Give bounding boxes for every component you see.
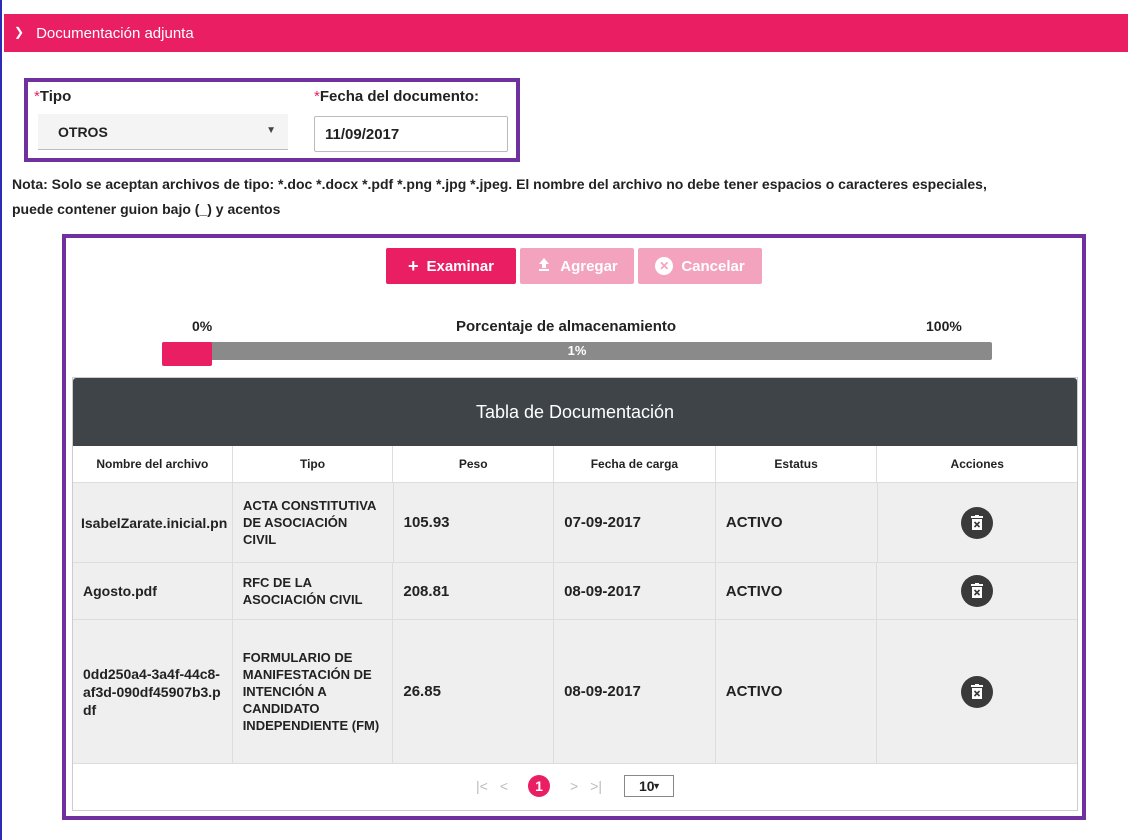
first-page-icon[interactable]: |< <box>476 778 488 794</box>
size-cell: 26.85 <box>393 620 555 763</box>
actions-cell <box>877 563 1077 619</box>
tipo-label: *Tipo <box>34 88 72 105</box>
storage-progress-bar: 1% <box>162 342 992 366</box>
cancel-circle-icon: ✕ <box>655 257 674 275</box>
size-cell: 208.81 <box>393 563 555 619</box>
form-highlight-box: *Tipo *Fecha del documento: OTROS ▼ 11/0… <box>24 78 520 162</box>
last-page-icon[interactable]: >| <box>590 778 602 794</box>
file-type-note: Nota: Solo se aceptan archivos de tipo: … <box>12 176 987 217</box>
storage-max-label: 100% <box>926 318 962 334</box>
column-header: Peso <box>393 446 555 482</box>
plus-icon: + <box>407 255 419 276</box>
status-cell: ACTIVO <box>716 620 878 763</box>
table-row: 0dd250a4-3a4f-44c8-af3d-090df45907b3.pdf… <box>73 620 1077 764</box>
column-header: Fecha de carga <box>554 446 716 482</box>
page-frame: ❯ Documentación adjunta *Tipo *Fecha del… <box>0 0 1128 840</box>
type-cell: FORMULARIO DE MANIFESTACIÓN DE INTENCIÓN… <box>233 620 394 763</box>
column-header: Estatus <box>715 446 878 482</box>
fecha-documento-input[interactable]: 11/09/2017 <box>314 116 508 152</box>
delete-icon[interactable] <box>961 575 994 607</box>
column-header: Acciones <box>877 446 1078 482</box>
status-cell: ACTIVO <box>716 563 878 619</box>
prev-page-icon[interactable]: < <box>500 778 508 794</box>
next-page-icon[interactable]: > <box>570 778 578 794</box>
documentation-table: Tabla de Documentación Nombre del archiv… <box>72 377 1078 811</box>
examinar-button[interactable]: + Examinar <box>386 248 516 284</box>
section-title: Documentación adjunta <box>36 24 194 42</box>
table-caption: Tabla de Documentación <box>73 378 1077 446</box>
file-name-cell: IsabelZarate.inicial.pn <box>73 483 233 562</box>
actions-cell <box>877 620 1077 763</box>
type-cell: RFC DE LA ASOCIACIÓN CIVIL <box>233 563 394 619</box>
date-cell: 08-09-2017 <box>554 620 716 763</box>
section-header-documentacion[interactable]: ❯ Documentación adjunta <box>4 14 1128 52</box>
page-size-select[interactable]: 10 ▼ <box>624 775 674 797</box>
chevron-down-icon: ❯ <box>14 25 25 39</box>
delete-icon[interactable] <box>961 675 994 708</box>
column-header: Nombre del archivo <box>73 446 233 482</box>
actions-cell <box>878 483 1078 562</box>
table-header-row: Nombre del archivo Tipo Peso Fecha de ca… <box>73 446 1078 483</box>
type-cell: ACTA CONSTITUTIVA DE ASOCIACIÓN CIVIL <box>233 483 394 562</box>
dropdown-arrow-icon: ▼ <box>266 125 276 136</box>
dropdown-arrow-icon: ▼ <box>652 781 661 791</box>
storage-title: Porcentaje de almacenamiento <box>456 318 677 335</box>
size-cell: 105.93 <box>394 483 555 562</box>
cancelar-button[interactable]: ✕ Cancelar <box>638 248 762 284</box>
fecha-label: *Fecha del documento: <box>314 88 480 105</box>
delete-icon[interactable] <box>961 506 994 539</box>
file-name-cell: Agosto.pdf <box>73 563 233 619</box>
table-row: Agosto.pdf RFC DE LA ASOCIACIÓN CIVIL 20… <box>73 563 1077 620</box>
date-cell: 07-09-2017 <box>554 483 716 562</box>
upload-icon <box>536 256 552 277</box>
status-cell: ACTIVO <box>716 483 878 562</box>
tipo-select[interactable]: OTROS ▼ <box>38 114 288 150</box>
upload-highlight-box: + Examinar Agregar ✕ Cancelar 0% Porcent… <box>62 234 1086 820</box>
storage-percent-label: 1% <box>567 343 587 358</box>
pagination: |< < 1 > >| 10 ▼ <box>73 764 1077 808</box>
storage-min-label: 0% <box>192 318 213 334</box>
date-cell: 08-09-2017 <box>554 563 716 619</box>
file-name-cell: 0dd250a4-3a4f-44c8-af3d-090df45907b3.pdf <box>73 620 233 763</box>
column-header: Tipo <box>232 446 394 482</box>
table-row: IsabelZarate.inicial.pn ACTA CONSTITUTIV… <box>73 483 1077 563</box>
agregar-button[interactable]: Agregar <box>520 248 634 284</box>
current-page-button[interactable]: 1 <box>528 775 550 797</box>
